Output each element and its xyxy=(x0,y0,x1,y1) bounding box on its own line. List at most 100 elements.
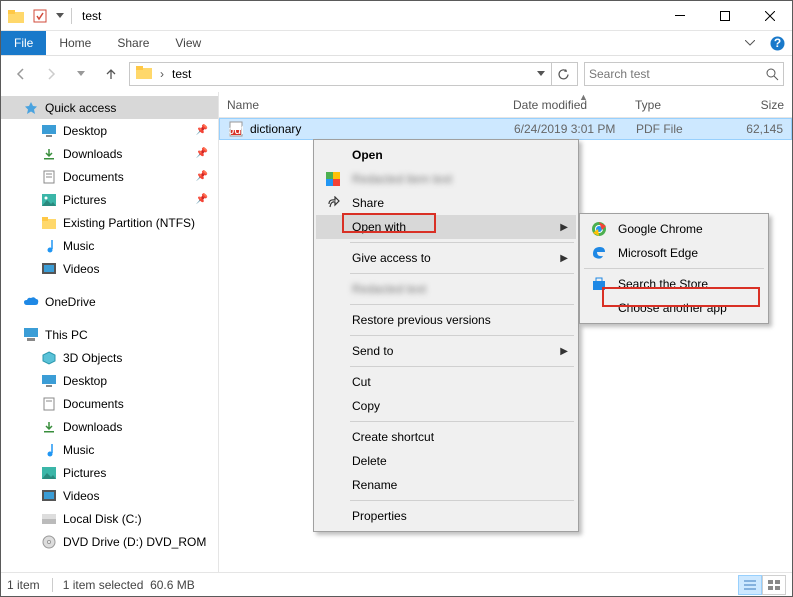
sort-ascending-icon: ▲ xyxy=(579,92,588,102)
documents-icon xyxy=(41,396,57,412)
sub-choose-another[interactable]: Choose another app xyxy=(582,296,766,320)
sidebar-item-music-pc[interactable]: Music xyxy=(1,438,218,461)
sidebar-item-pictures[interactable]: Pictures📌 xyxy=(1,188,218,211)
sidebar-item-desktop-pc[interactable]: Desktop xyxy=(1,369,218,392)
sub-chrome[interactable]: Google Chrome xyxy=(582,217,766,241)
ctx-redacted-1[interactable]: Redacted item text xyxy=(316,167,576,191)
chevron-right-icon[interactable]: › xyxy=(158,67,166,81)
col-name[interactable]: Name xyxy=(219,98,505,112)
svg-text:pdf: pdf xyxy=(229,123,243,137)
drive-icon xyxy=(41,511,57,527)
ctx-give-access[interactable]: Give access to▶ xyxy=(316,246,576,270)
sidebar-label: Music xyxy=(63,443,94,457)
ctx-restore[interactable]: Restore previous versions xyxy=(316,308,576,332)
ctx-open[interactable]: Open xyxy=(316,143,576,167)
navigation-bar: › test Search test xyxy=(1,56,792,92)
music-icon xyxy=(41,442,57,458)
ctx-delete[interactable]: Delete xyxy=(316,449,576,473)
ribbon-expand-icon[interactable] xyxy=(738,31,762,55)
breadcrumb-item[interactable]: test xyxy=(166,67,197,81)
folder-icon xyxy=(41,215,57,231)
sidebar-item-documents-pc[interactable]: Documents xyxy=(1,392,218,415)
ctx-rename[interactable]: Rename xyxy=(316,473,576,497)
svg-text:?: ? xyxy=(773,36,780,50)
sidebar-item-downloads-pc[interactable]: Downloads xyxy=(1,415,218,438)
qat-dropdown-icon[interactable] xyxy=(53,5,67,27)
sidebar-item-downloads[interactable]: Downloads📌 xyxy=(1,142,218,165)
back-button[interactable] xyxy=(9,62,33,86)
sidebar-item-existing-partition[interactable]: Existing Partition (NTFS) xyxy=(1,211,218,234)
ctx-create-shortcut[interactable]: Create shortcut xyxy=(316,425,576,449)
sidebar-label: Quick access xyxy=(45,101,116,115)
ctx-properties[interactable]: Properties xyxy=(316,504,576,528)
edge-icon xyxy=(590,244,608,262)
tab-view[interactable]: View xyxy=(162,31,214,55)
recent-locations-icon[interactable] xyxy=(69,62,93,86)
sidebar-item-documents[interactable]: Documents📌 xyxy=(1,165,218,188)
maximize-button[interactable] xyxy=(702,1,747,30)
sidebar-item-desktop[interactable]: Desktop📌 xyxy=(1,119,218,142)
tab-file[interactable]: File xyxy=(1,31,46,55)
tab-share[interactable]: Share xyxy=(104,31,162,55)
address-bar[interactable]: › test xyxy=(129,62,578,86)
status-selected: 1 item selected 60.6 MB xyxy=(63,578,195,592)
search-icon[interactable] xyxy=(766,68,779,81)
ctx-share[interactable]: Share xyxy=(316,191,576,215)
view-large-icons-button[interactable] xyxy=(762,575,786,595)
music-icon xyxy=(41,238,57,254)
file-type: PDF File xyxy=(628,122,724,136)
file-size: 62,145 xyxy=(724,122,791,136)
sidebar-item-videos-pc[interactable]: Videos xyxy=(1,484,218,507)
sub-search-store[interactable]: Search the Store xyxy=(582,272,766,296)
search-box[interactable]: Search test xyxy=(584,62,784,86)
close-button[interactable] xyxy=(747,1,792,30)
sub-edge[interactable]: Microsoft Edge xyxy=(582,241,766,265)
col-type[interactable]: Type xyxy=(627,98,723,112)
sidebar-label: Downloads xyxy=(63,420,122,434)
up-button[interactable] xyxy=(99,62,123,86)
context-menu: Open Redacted item text Share Open with▶… xyxy=(313,139,579,532)
sidebar-item-this-pc[interactable]: This PC xyxy=(1,323,218,346)
sidebar-item-music[interactable]: Music xyxy=(1,234,218,257)
sidebar-item-onedrive[interactable]: OneDrive xyxy=(1,290,218,313)
ctx-open-with[interactable]: Open with▶ xyxy=(316,215,576,239)
refresh-button[interactable] xyxy=(551,63,575,85)
navigation-pane: Quick access Desktop📌 Downloads📌 Documen… xyxy=(1,92,219,572)
sidebar-label: DVD Drive (D:) DVD_ROM xyxy=(63,535,206,549)
sidebar-item-local-disk[interactable]: Local Disk (C:) xyxy=(1,507,218,530)
sidebar-item-dvd-drive[interactable]: DVD Drive (D:) DVD_ROM xyxy=(1,530,218,553)
ribbon: File Home Share View ? xyxy=(1,31,792,56)
pdf-file-icon: pdf xyxy=(228,121,244,137)
sidebar-label: Music xyxy=(63,239,94,253)
search-placeholder: Search test xyxy=(589,67,650,81)
pin-icon: 📌 xyxy=(196,125,208,136)
pin-icon: 📌 xyxy=(196,171,208,182)
downloads-icon xyxy=(41,419,57,435)
disc-icon xyxy=(41,534,57,550)
sidebar-item-quick-access[interactable]: Quick access xyxy=(1,96,218,119)
chevron-right-icon: ▶ xyxy=(560,222,568,233)
file-name: dictionary xyxy=(250,122,301,136)
sidebar-label: Desktop xyxy=(63,374,107,388)
ctx-redacted-2[interactable]: Redacted text xyxy=(316,277,576,301)
videos-icon xyxy=(41,261,57,277)
help-icon[interactable]: ? xyxy=(762,31,792,55)
ctx-cut[interactable]: Cut xyxy=(316,370,576,394)
col-size[interactable]: Size xyxy=(723,98,792,112)
file-row[interactable]: pdf dictionary 6/24/2019 3:01 PM PDF Fil… xyxy=(219,118,792,140)
title-bar: test xyxy=(1,1,792,31)
sidebar-item-3d-objects[interactable]: 3D Objects xyxy=(1,346,218,369)
ctx-copy[interactable]: Copy xyxy=(316,394,576,418)
ctx-send-to[interactable]: Send to▶ xyxy=(316,339,576,363)
column-headers[interactable]: ▲ Name Date modified Type Size xyxy=(219,92,792,118)
properties-qat-icon[interactable] xyxy=(29,5,51,27)
sidebar-item-pictures-pc[interactable]: Pictures xyxy=(1,461,218,484)
minimize-button[interactable] xyxy=(657,1,702,30)
chrome-icon xyxy=(590,220,608,238)
view-details-button[interactable] xyxy=(738,575,762,595)
col-date[interactable]: Date modified xyxy=(505,98,627,112)
sidebar-item-videos[interactable]: Videos xyxy=(1,257,218,280)
tab-home[interactable]: Home xyxy=(46,31,104,55)
forward-button[interactable] xyxy=(39,62,63,86)
address-dropdown-icon[interactable] xyxy=(531,71,551,77)
